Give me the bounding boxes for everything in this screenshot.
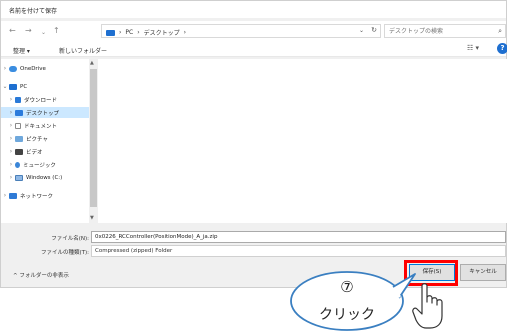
navigation-pane: › OneDrive ⌄ PC › ダウンロード › デスクトップ › ドキュメ… xyxy=(1,59,98,223)
tree-item-network[interactable]: › ネットワーク xyxy=(1,190,89,201)
organize-button[interactable]: 整理 ▾ xyxy=(13,46,30,55)
breadcrumb-pc[interactable]: PC xyxy=(125,29,133,36)
filename-label: ファイル名(N): xyxy=(51,236,89,242)
tree-item-label: ミュージック xyxy=(23,162,56,169)
tree-item-music[interactable]: › ミュージック xyxy=(1,159,89,170)
search-icon: ⌕ xyxy=(498,27,502,35)
cancel-button[interactable]: キャンセル xyxy=(460,264,506,281)
search-input[interactable] xyxy=(389,27,489,36)
filename-input[interactable] xyxy=(91,231,506,243)
callout-text: クリック xyxy=(319,307,375,323)
drive-icon xyxy=(15,174,23,181)
tree-item-desktop[interactable]: › デスクトップ xyxy=(1,107,89,118)
scroll-down-icon[interactable]: ▼ xyxy=(90,215,94,221)
address-row: ← → ⌄ ↑ › PC › デスクトップ › ⌄ ↻ ⌕ xyxy=(1,21,506,41)
address-bar[interactable]: › PC › デスクトップ › ⌄ ↻ xyxy=(101,24,381,38)
tree-item-label: デスクトップ xyxy=(26,110,60,117)
tree-item-label: Windows (C:) xyxy=(26,174,63,181)
window-title: 名前を付けて保存 xyxy=(9,8,58,15)
up-arrow-icon[interactable]: ↑ xyxy=(53,26,60,36)
tree-item-label: PC xyxy=(20,83,28,90)
music-icon xyxy=(15,161,20,168)
title-bar: 名前を付けて保存 xyxy=(1,1,506,18)
hand-pointer-icon xyxy=(412,283,443,329)
save-as-dialog: 名前を付けて保存 ← → ⌄ ↑ › PC › デスクトップ › ⌄ ↻ ⌕ 整… xyxy=(0,0,507,288)
filename-row: ファイル名(N): xyxy=(1,231,506,245)
cloud-icon xyxy=(9,65,17,72)
chevron-right-icon[interactable]: › xyxy=(7,148,15,155)
chevron-right-icon[interactable]: › xyxy=(7,122,15,129)
video-icon xyxy=(15,148,23,155)
file-list-area[interactable] xyxy=(98,59,507,223)
filetype-label: ファイルの種類(T): xyxy=(40,250,89,256)
click-callout: ⑦ クリック xyxy=(289,268,423,332)
search-box[interactable]: ⌕ xyxy=(384,24,506,38)
filetype-select[interactable]: Compressed (zipped) Folder xyxy=(91,245,506,257)
help-icon[interactable]: ? xyxy=(497,43,507,54)
tree-item-pc[interactable]: ⌄ PC xyxy=(1,81,89,92)
chevron-right-icon[interactable]: › xyxy=(7,174,15,181)
view-options-icon[interactable]: ☷ ▾ xyxy=(467,44,479,52)
tree-item-windows-c[interactable]: › Windows (C:) xyxy=(1,172,89,183)
tree-item-downloads[interactable]: › ダウンロード xyxy=(1,94,89,105)
picture-icon xyxy=(15,135,23,142)
forward-arrow-icon[interactable]: → xyxy=(25,26,32,36)
recent-dropdown-icon[interactable]: ⌄ xyxy=(41,28,46,38)
tree-item-documents[interactable]: › ドキュメント xyxy=(1,120,89,131)
chevron-right-icon[interactable]: › xyxy=(1,192,9,199)
tree-item-onedrive[interactable]: › OneDrive xyxy=(1,63,89,74)
hide-folders-button[interactable]: ^ フォルダーの非表示 xyxy=(13,271,69,279)
breadcrumb-separator: › xyxy=(137,29,140,36)
chevron-down-icon[interactable]: ⌄ xyxy=(1,83,9,90)
step-number: ⑦ xyxy=(340,278,354,296)
download-icon xyxy=(15,96,21,103)
chevron-right-icon[interactable]: › xyxy=(1,65,9,72)
refresh-icon[interactable]: ↻ xyxy=(371,26,377,34)
chevron-right-icon[interactable]: › xyxy=(7,135,15,142)
toolbar: 整理 ▾ 新しいフォルダー ☷ ▾ ? xyxy=(1,41,507,57)
pc-icon xyxy=(106,29,115,36)
breadcrumb-separator: › xyxy=(119,29,122,36)
tree-item-label: ピクチャ xyxy=(26,136,48,143)
nav-scrollbar[interactable]: ▲ ▼ xyxy=(89,59,98,223)
chevron-right-icon[interactable]: › xyxy=(7,109,15,116)
tree-item-label: ダウンロード xyxy=(24,97,58,104)
address-dropdown-icon[interactable]: ⌄ xyxy=(359,27,364,34)
filetype-row: ファイルの種類(T): Compressed (zipped) Folder xyxy=(1,245,506,259)
back-arrow-icon[interactable]: ← xyxy=(9,26,16,36)
tree-item-label: ネットワーク xyxy=(20,193,54,200)
document-icon xyxy=(15,122,21,129)
breadcrumb-separator: › xyxy=(183,29,187,36)
chevron-right-icon[interactable]: › xyxy=(7,96,15,103)
tree-item-label: ドキュメント xyxy=(24,123,58,130)
tree-item-videos[interactable]: › ビデオ xyxy=(1,146,89,157)
chevron-right-icon[interactable]: › xyxy=(7,161,15,168)
scroll-up-icon[interactable]: ▲ xyxy=(90,60,94,66)
pc-icon xyxy=(9,83,17,90)
desktop-icon xyxy=(15,109,23,116)
tree-item-pictures[interactable]: › ピクチャ xyxy=(1,133,89,144)
breadcrumb-desktop[interactable]: デスクトップ xyxy=(144,28,180,37)
breadcrumb: › PC › デスクトップ › xyxy=(106,28,186,37)
scroll-thumb[interactable] xyxy=(90,69,97,207)
tree-item-label: ビデオ xyxy=(26,149,43,156)
new-folder-button[interactable]: 新しいフォルダー xyxy=(59,46,107,55)
network-icon xyxy=(9,192,17,199)
tree-item-label: OneDrive xyxy=(20,65,46,72)
